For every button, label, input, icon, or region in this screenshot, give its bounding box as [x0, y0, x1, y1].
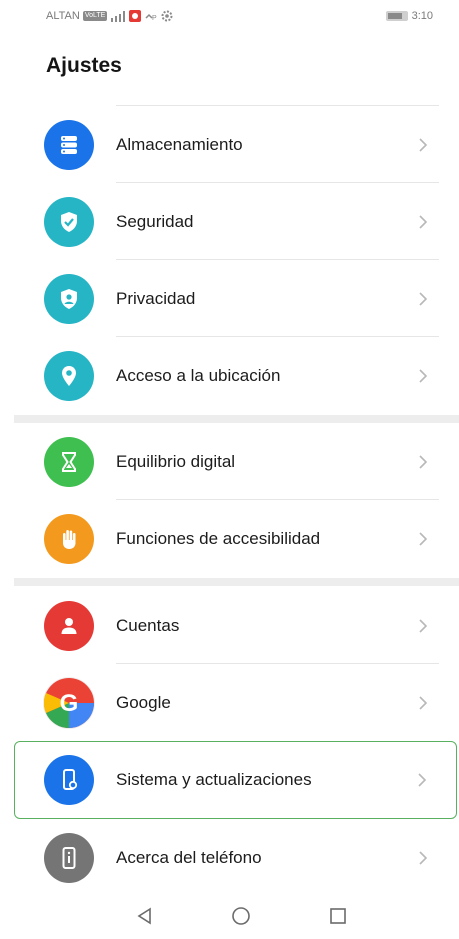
- settings-item-label: Equilibrio digital: [116, 451, 236, 471]
- carrier-name: ALTAN: [46, 10, 80, 22]
- hand-icon: [44, 513, 94, 564]
- section-divider: [14, 578, 459, 586]
- account-person-icon: [44, 600, 94, 651]
- back-icon[interactable]: [130, 901, 160, 931]
- svg-text:G: G: [60, 690, 79, 717]
- settings-item-label: Seguridad: [116, 211, 194, 231]
- signal-icon: [111, 10, 126, 22]
- settings-gear-icon: [161, 10, 173, 22]
- status-right: 3:10: [385, 10, 433, 22]
- chevron-right-icon: [412, 770, 432, 790]
- settings-item-label: Almacenamiento: [116, 134, 243, 154]
- battery-icon: [385, 11, 408, 21]
- privacy-shield-icon: [44, 273, 94, 324]
- chevron-right-icon: [413, 529, 433, 549]
- chevron-right-icon: [413, 135, 433, 155]
- settings-item-almacenamiento[interactable]: Almacenamiento: [14, 106, 439, 183]
- status-left: ALTAN VoLTE P: [46, 10, 173, 22]
- settings-item-label: Google: [116, 692, 171, 712]
- settings-item-label: Acceso a la ubicación: [116, 365, 281, 385]
- phone-info-icon: [44, 832, 94, 883]
- shield-check-icon: [44, 196, 94, 247]
- settings-item-label: Cuentas: [116, 615, 180, 635]
- chevron-right-icon: [413, 616, 433, 636]
- chevron-right-icon: [413, 693, 433, 713]
- settings-item-equilibrio-digital[interactable]: Equilibrio digital: [14, 423, 439, 500]
- settings-item-sistema[interactable]: Sistema y actualizaciones: [14, 741, 457, 819]
- hourglass-icon: [44, 436, 94, 487]
- google-logo-icon: G: [44, 677, 94, 728]
- storage-icon: [44, 119, 94, 170]
- settings-item-label: Sistema y actualizaciones: [116, 770, 312, 789]
- settings-item-cuentas[interactable]: Cuentas: [14, 587, 439, 664]
- settings-item-label: Privacidad: [116, 288, 196, 308]
- status-bar: ALTAN VoLTE P 3:10: [0, 0, 459, 36]
- section-divider: [14, 415, 459, 423]
- svg-text:P: P: [152, 15, 157, 22]
- settings-item-seguridad[interactable]: Seguridad: [14, 183, 439, 260]
- settings-item-accesibilidad[interactable]: Funciones de accesibilidad: [14, 500, 439, 577]
- settings-item-google[interactable]: G Google: [14, 664, 439, 741]
- settings-item-label: Acerca del teléfono: [116, 847, 262, 867]
- chevron-right-icon: [413, 452, 433, 472]
- navigation-bar: [0, 893, 459, 939]
- volte-badge: VoLTE: [82, 11, 108, 21]
- clock: 3:10: [411, 10, 433, 22]
- settings-item-ubicacion[interactable]: Acceso a la ubicación: [14, 337, 439, 414]
- location-pin-icon: [44, 350, 94, 401]
- chevron-right-icon: [413, 212, 433, 232]
- recents-icon[interactable]: [323, 901, 353, 931]
- settings-item-acerca-del-telefono[interactable]: Acerca del teléfono: [14, 819, 439, 896]
- notification-app-icon: [129, 10, 142, 22]
- wifi-calling-icon: P: [145, 13, 157, 22]
- chevron-right-icon: [413, 848, 433, 868]
- system-phone-gear-icon: [44, 755, 94, 805]
- settings-item-label: Funciones de accesibilidad: [116, 528, 321, 548]
- settings-item-privacidad[interactable]: Privacidad: [14, 260, 439, 337]
- chevron-right-icon: [413, 289, 433, 309]
- chevron-right-icon: [413, 366, 433, 386]
- page-title: Ajustes: [46, 54, 122, 77]
- home-icon[interactable]: [226, 901, 256, 931]
